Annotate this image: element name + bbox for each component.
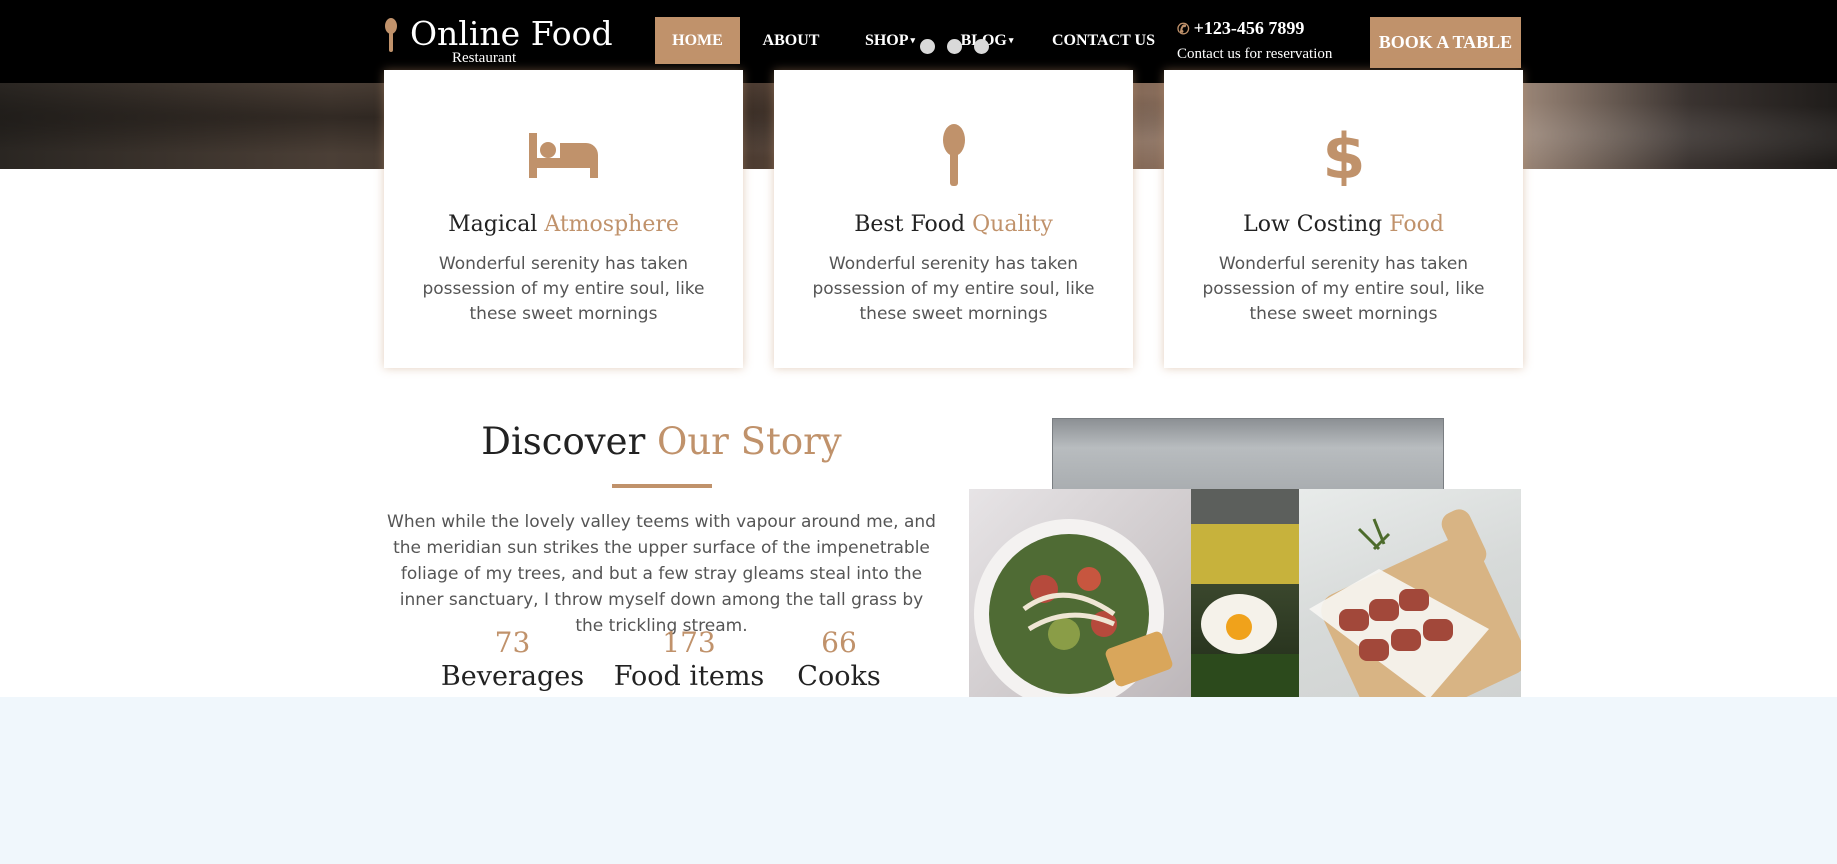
- book-a-table-button[interactable]: BOOK A TABLE: [1370, 17, 1521, 68]
- egg-toast-photo: [1191, 489, 1299, 697]
- loading-dot: [974, 39, 989, 54]
- nav-home-label: HOME: [672, 32, 723, 49]
- feature-title-text: Best Food: [854, 212, 973, 237]
- title-divider: [612, 484, 712, 488]
- stat-label: Cooks: [797, 661, 881, 692]
- phone-icon: ✆: [1177, 22, 1190, 38]
- svg-text:$: $: [1322, 124, 1365, 186]
- feature-title-text: Low Costing: [1243, 212, 1390, 237]
- nav-about-label: ABOUT: [762, 32, 820, 49]
- contact-phone-number: +123-456 7899: [1193, 18, 1305, 38]
- stat-value: 173: [662, 626, 716, 659]
- brand-subtitle: Restaurant: [452, 50, 517, 66]
- stat-food-items: 173 Food items: [604, 626, 774, 694]
- contact-note: Contact us for reservation: [1177, 46, 1333, 62]
- nav-shop-label: SHOP: [864, 32, 909, 49]
- feature-title-text: Magical: [448, 212, 545, 237]
- salad-photo: [969, 489, 1191, 697]
- feature-title-highlight: Atmosphere: [544, 212, 679, 237]
- feature-title-highlight: Quality: [972, 212, 1053, 237]
- dollar-icon: $: [1322, 124, 1365, 186]
- feature-card-low-cost: $ Low Costing Food Wonderful serenity ha…: [1164, 70, 1523, 368]
- feature-card-quality: Best Food Quality Wonderful serenity has…: [774, 70, 1133, 368]
- skewers-photo: [1299, 489, 1521, 697]
- brand-title: Online Food: [410, 14, 613, 53]
- loading-dot: [947, 39, 962, 54]
- skewers-board-image: [1309, 509, 1521, 697]
- stat-cooks: 66 Cooks: [785, 626, 893, 694]
- nav-contact-us[interactable]: CONTACT US: [1052, 17, 1155, 64]
- contact-phone[interactable]: ✆ +123-456 7899: [1177, 18, 1332, 39]
- bed-icon: [529, 133, 598, 178]
- nav-contact-label: CONTACT US: [1052, 32, 1155, 49]
- nav-about[interactable]: ABOUT: [756, 17, 826, 64]
- chevron-down-icon: ▾: [1008, 35, 1014, 45]
- tray-photo: [1052, 418, 1444, 492]
- story-title-text: Discover: [481, 420, 658, 463]
- feature-title-highlight: Food: [1389, 212, 1444, 237]
- salad-plate-image: [974, 519, 1173, 697]
- stat-label: Food items: [613, 661, 765, 692]
- feature-title: Low Costing Food: [1164, 212, 1523, 237]
- feature-title: Magical Atmosphere: [384, 212, 743, 237]
- loading-dot: [920, 39, 935, 54]
- spoon-icon: [385, 18, 397, 52]
- feature-text: Wonderful serenity has taken possession …: [812, 254, 1095, 324]
- stat-label: Beverages: [440, 661, 585, 692]
- story-title: Discover Our Story: [384, 420, 939, 463]
- chevron-down-icon: ▾: [910, 35, 916, 45]
- spoon-icon: [943, 124, 965, 186]
- feature-text: Wonderful serenity has taken possession …: [1202, 254, 1485, 324]
- stat-beverages: 73 Beverages: [430, 626, 595, 694]
- stat-value: 73: [494, 626, 531, 659]
- feature-card-atmosphere: Magical Atmosphere Wonderful serenity ha…: [384, 70, 743, 368]
- stat-value: 66: [821, 626, 857, 659]
- story-paragraph: When while the lovely valley teems with …: [387, 512, 936, 636]
- feature-text: Wonderful serenity has taken possession …: [422, 254, 705, 324]
- contact-info: ✆ +123-456 7899 Contact us for reservatio…: [1177, 18, 1332, 63]
- nav-shop[interactable]: SHOP ▾: [855, 17, 925, 64]
- egg-toast-image: [1191, 489, 1299, 697]
- nav-home[interactable]: HOME: [655, 17, 740, 64]
- story-title-highlight: Our Story: [657, 420, 842, 463]
- feature-title: Best Food Quality: [774, 212, 1133, 237]
